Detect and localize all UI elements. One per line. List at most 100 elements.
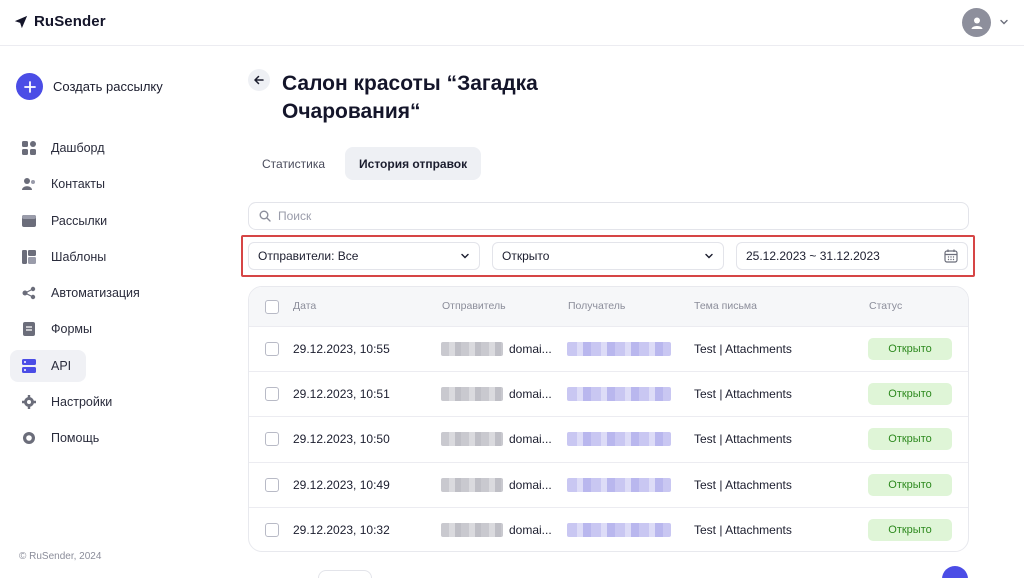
tab-send-history[interactable]: История отправок <box>345 147 482 180</box>
sender-filter-value: Отправители: Все <box>258 249 359 263</box>
sidebar-item-contacts[interactable]: Контакты <box>10 168 210 200</box>
api-icon <box>22 358 36 373</box>
column-header-status: Статус <box>869 300 903 312</box>
sidebar-item-automation[interactable]: Автоматизация <box>10 277 210 309</box>
contacts-icon <box>22 177 36 191</box>
row-checkbox[interactable] <box>265 522 279 537</box>
user-icon <box>971 17 982 29</box>
row-subject: Test | Attachments <box>694 342 792 356</box>
sender-filter-select[interactable]: Отправители: Все <box>248 242 480 270</box>
sidebar-item-dashboard[interactable]: Дашборд <box>10 132 210 164</box>
row-date: 29.12.2023, 10:49 <box>293 477 390 492</box>
row-date: 29.12.2023, 10:55 <box>293 342 390 356</box>
dashboard-icon <box>22 141 36 155</box>
top-bar: RuSender <box>0 0 1024 46</box>
status-badge: Открыто <box>868 383 952 406</box>
sidebar-item-templates[interactable]: Шаблоны <box>10 241 210 273</box>
date-range-picker[interactable]: 25.12.2023 ~ 31.12.2023 <box>736 242 968 270</box>
sidebar: Создать рассылку Дашборд Контакты Рассыл… <box>0 46 222 578</box>
row-checkbox[interactable] <box>265 342 279 356</box>
recipient-redacted <box>567 432 671 447</box>
tabs: Статистика История отправок <box>248 147 482 180</box>
create-mailing-button[interactable]: Создать рассылку <box>16 73 163 100</box>
row-subject: Test | Attachments <box>694 432 792 447</box>
paper-plane-icon <box>14 15 28 28</box>
sidebar-item-label: Контакты <box>51 177 105 192</box>
row-date: 29.12.2023, 10:32 <box>293 522 390 537</box>
sidebar-item-label: Рассылки <box>51 213 108 228</box>
help-icon <box>22 431 36 445</box>
column-header-subject: Тема письма <box>694 300 757 312</box>
select-all-checkbox[interactable] <box>265 300 279 314</box>
row-sender: domai... <box>509 477 552 492</box>
row-date: 29.12.2023, 10:51 <box>293 387 390 402</box>
recipient-redacted <box>567 522 671 537</box>
calendar-icon <box>944 249 958 263</box>
table-header: Дата Отправитель Получатель Тема письма … <box>249 287 968 327</box>
row-sender: domai... <box>509 387 552 402</box>
sidebar-item-api[interactable]: API <box>10 349 86 382</box>
sidebar-item-label: Автоматизация <box>51 286 140 301</box>
sender-redacted <box>441 342 503 356</box>
pagination-control[interactable] <box>318 570 372 578</box>
row-sender: domai... <box>509 522 552 537</box>
status-filter-select[interactable]: Открыто <box>492 242 724 270</box>
settings-icon <box>22 395 36 410</box>
sender-redacted <box>441 522 503 537</box>
sidebar-item-label: Дашборд <box>51 141 105 155</box>
send-history-table: Дата Отправитель Получатель Тема письма … <box>248 286 969 552</box>
sender-redacted <box>441 432 503 447</box>
row-date: 29.12.2023, 10:50 <box>293 432 390 447</box>
logo[interactable]: RuSender <box>14 13 106 30</box>
chevron-down-icon <box>461 253 469 259</box>
sender-redacted <box>441 387 503 402</box>
status-badge: Открыто <box>868 518 952 541</box>
copyright: © RuSender, 2024 <box>19 551 102 562</box>
recipient-redacted <box>567 477 671 492</box>
column-header-date: Дата <box>293 300 317 312</box>
tab-statistics[interactable]: Статистика <box>248 147 339 180</box>
table-row[interactable]: 29.12.2023, 10:49 domai... Test | Attach… <box>249 463 968 508</box>
sidebar-item-label: Помощь <box>51 431 100 446</box>
table-row[interactable]: 29.12.2023, 10:50 domai... Test | Attach… <box>249 417 968 463</box>
table-row[interactable]: 29.12.2023, 10:55 domai... Test | Attach… <box>249 327 968 373</box>
search-box <box>248 202 969 230</box>
brand-name: RuSender <box>34 13 106 30</box>
page-title: Салон красоты “Загадка Очарования“ <box>282 72 538 123</box>
sidebar-item-mailings[interactable]: Рассылки <box>10 205 210 237</box>
recipient-redacted <box>567 387 671 402</box>
back-button[interactable] <box>248 69 270 91</box>
table-row[interactable]: 29.12.2023, 10:51 domai... Test | Attach… <box>249 372 968 418</box>
sidebar-item-label: Формы <box>51 322 92 337</box>
sidebar-item-label: Шаблоны <box>51 249 107 264</box>
row-subject: Test | Attachments <box>694 522 792 537</box>
recipient-redacted <box>567 342 671 356</box>
sidebar-item-label: API <box>51 358 72 373</box>
sidebar-item-settings[interactable]: Настройки <box>10 386 210 418</box>
status-filter-value: Открыто <box>502 249 550 263</box>
row-checkbox[interactable] <box>265 477 279 492</box>
plus-icon <box>16 73 43 100</box>
chevron-down-icon[interactable] <box>998 16 1010 28</box>
row-sender: domai... <box>509 432 552 447</box>
chevron-down-icon <box>705 253 713 259</box>
user-avatar[interactable] <box>962 8 991 37</box>
date-range-value: 25.12.2023 ~ 31.12.2023 <box>746 249 880 263</box>
column-header-sender: Отправитель <box>442 300 506 312</box>
row-checkbox[interactable] <box>265 387 279 402</box>
column-header-recipient: Получатель <box>568 300 626 312</box>
arrow-left-icon <box>254 75 264 85</box>
floating-action-button[interactable] <box>942 566 968 578</box>
search-input[interactable] <box>278 209 878 223</box>
row-checkbox[interactable] <box>265 432 279 447</box>
sidebar-item-help[interactable]: Помощь <box>10 422 210 454</box>
row-subject: Test | Attachments <box>694 477 792 492</box>
search-icon <box>259 210 271 222</box>
sidebar-nav: Дашборд Контакты Рассылки Шаблоны Автома… <box>10 132 210 459</box>
sidebar-item-label: Настройки <box>51 395 113 410</box>
create-mailing-label: Создать рассылку <box>53 79 163 94</box>
templates-icon <box>22 249 36 264</box>
status-badge: Открыто <box>868 428 952 451</box>
sidebar-item-forms[interactable]: Формы <box>10 313 210 345</box>
table-row[interactable]: 29.12.2023, 10:32 domai... Test | Attach… <box>249 508 968 551</box>
